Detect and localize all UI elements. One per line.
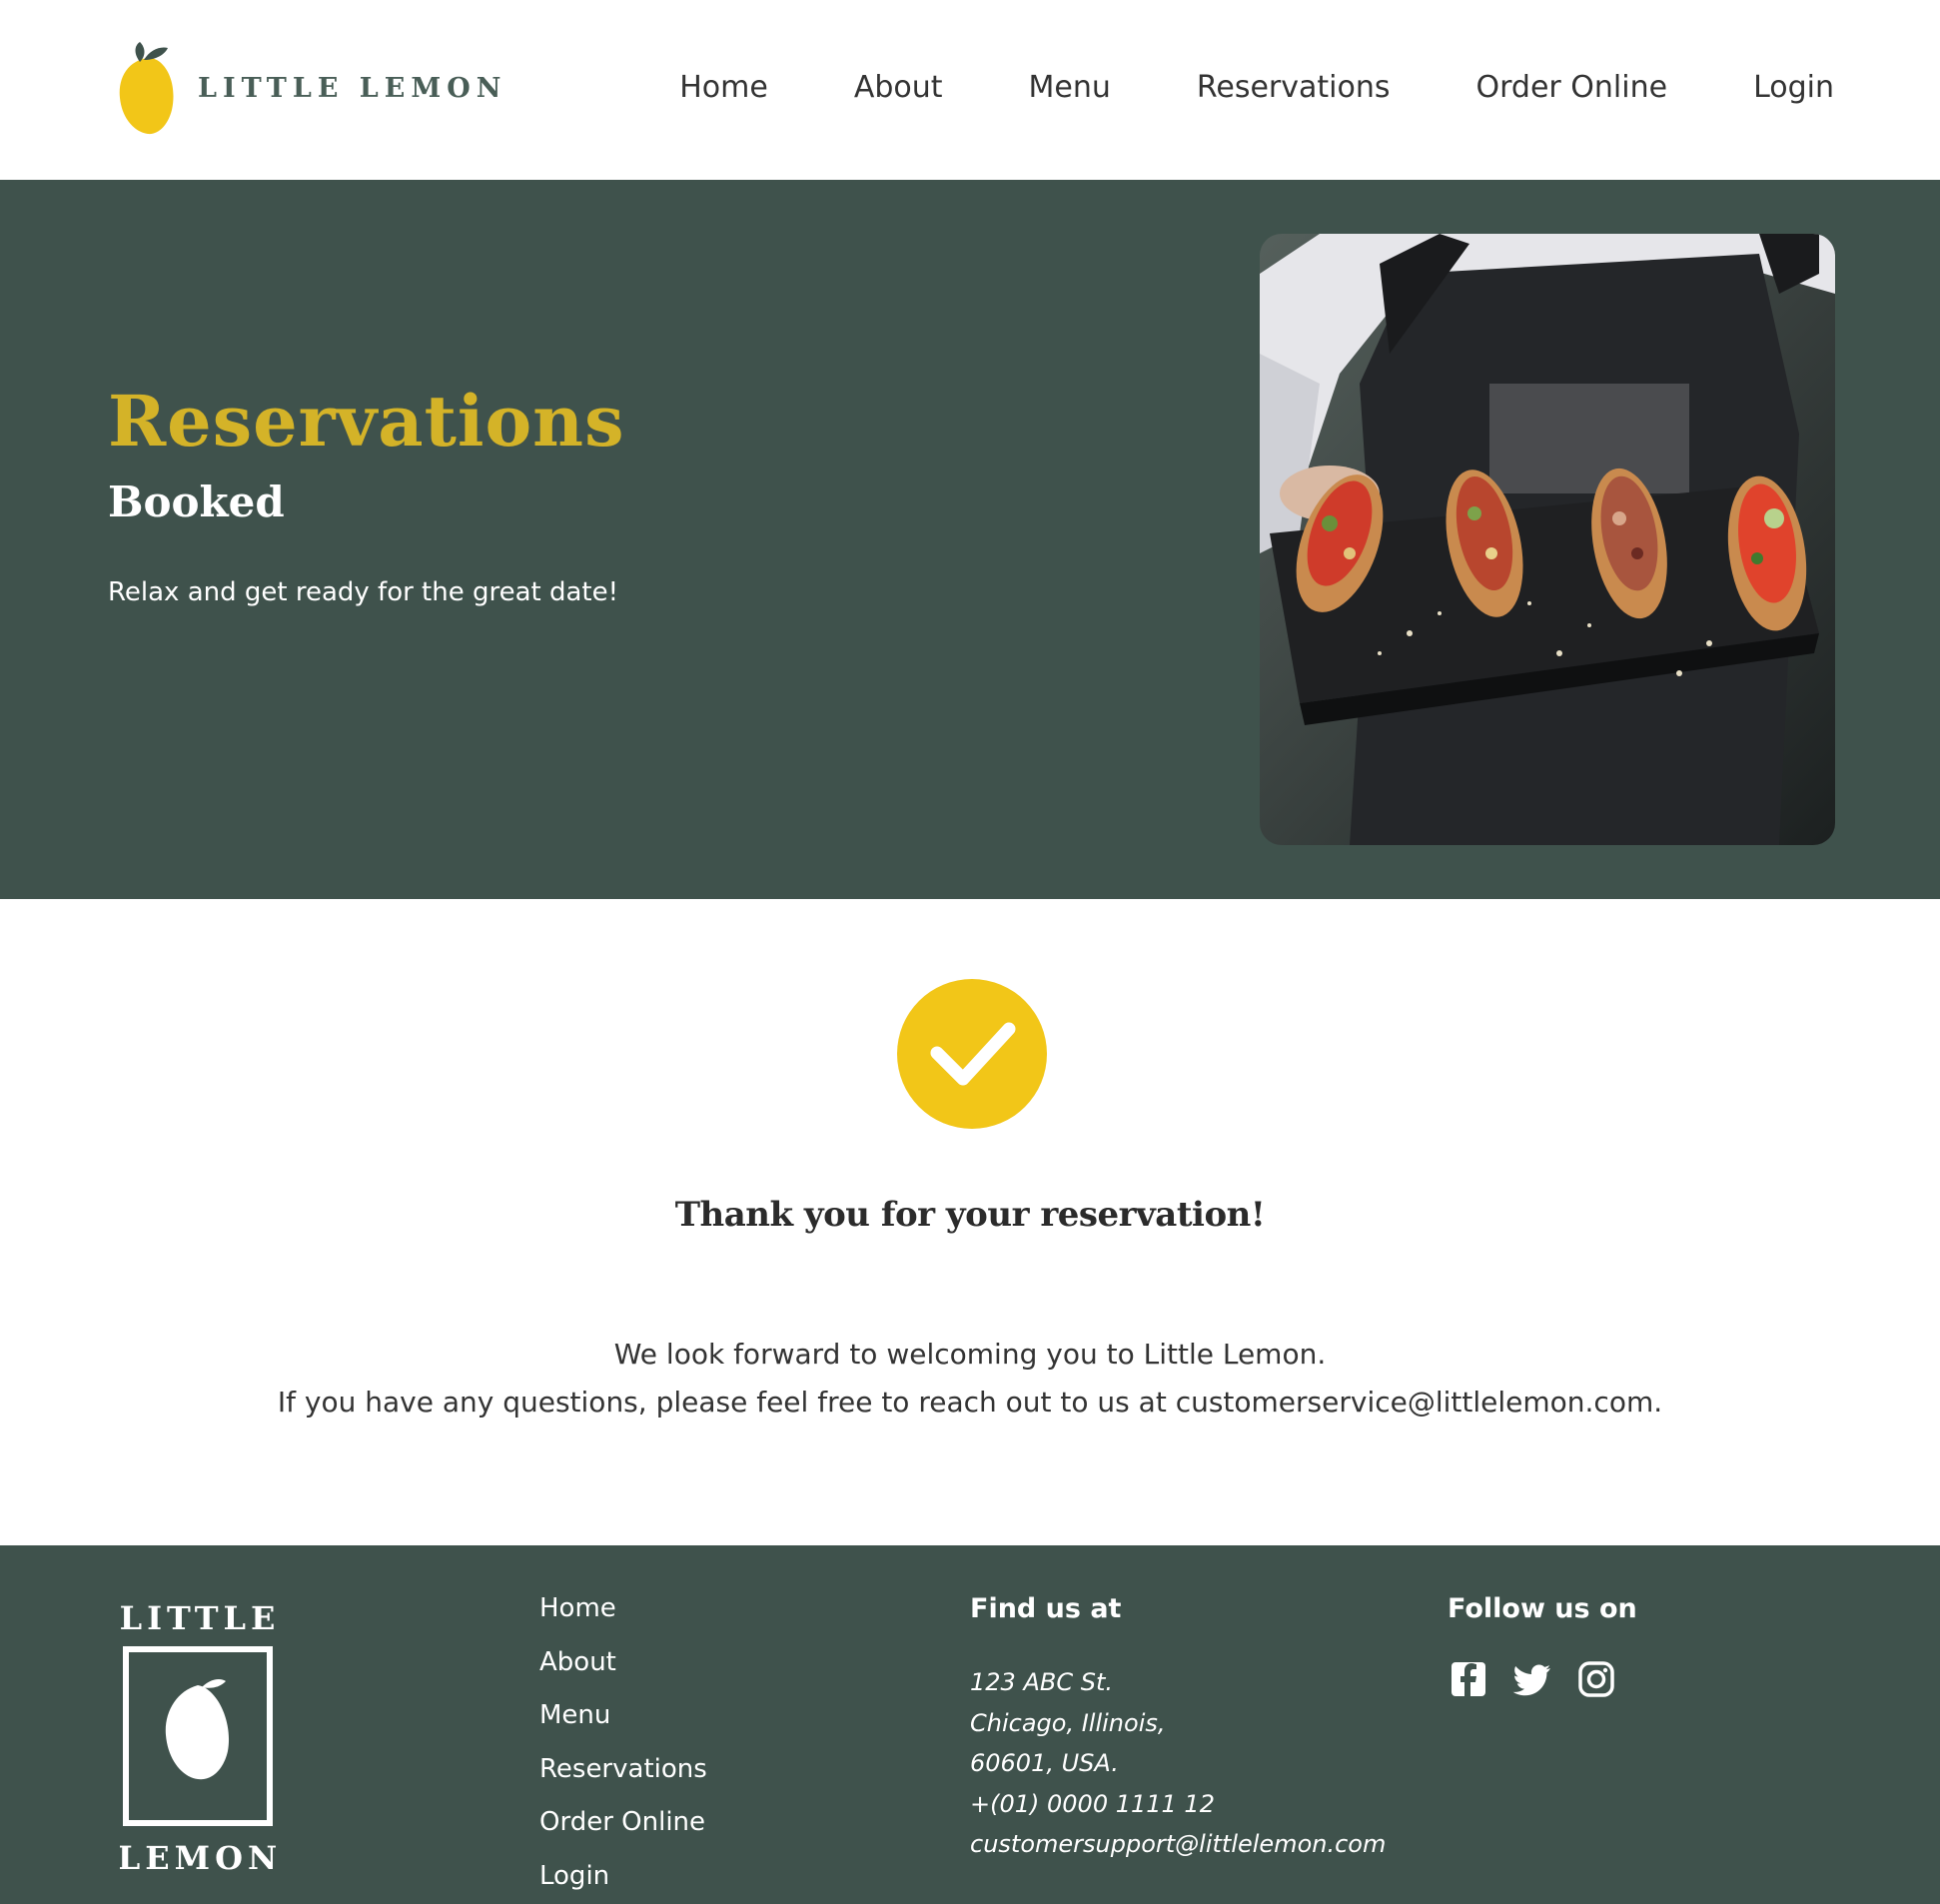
nav-reservations[interactable]: Reservations [1197, 70, 1391, 105]
hero-subtitle: Booked [108, 477, 285, 526]
hero-banner: Reservations Booked Relax and get ready … [0, 180, 1940, 899]
hero-title: Reservations [108, 380, 625, 463]
site-header: LITTLE LEMON Home About Menu Reservation… [0, 0, 1940, 180]
nav-menu[interactable]: Menu [1029, 70, 1111, 105]
nav-about[interactable]: About [854, 70, 943, 105]
food-photo-illustration [1260, 234, 1835, 845]
social-links [1449, 1659, 1640, 1699]
top-nav: Home About Menu Reservations Order Onlin… [593, 70, 1834, 105]
address-block: 123 ABC St. Chicago, Illinois, 60601, US… [970, 1662, 1386, 1865]
footer-nav-about[interactable]: About [539, 1647, 707, 1701]
confirmation-message: We look forward to welcoming you to Litt… [613, 1338, 1327, 1371]
nav-order-online[interactable]: Order Online [1476, 70, 1668, 105]
nav-home[interactable]: Home [679, 70, 768, 105]
brand-name: LITTLE LEMON [198, 72, 507, 104]
address-city: Chicago, Illinois, [970, 1708, 1166, 1737]
check-circle-icon [897, 979, 1047, 1129]
lemon-logo-icon [119, 42, 174, 135]
footer-nav-login[interactable]: Login [539, 1861, 707, 1904]
footer-nav: Home About Menu Reservations Order Onlin… [539, 1593, 707, 1904]
footer-nav-reservations[interactable]: Reservations [539, 1754, 707, 1808]
footer-logo-bottom-text: LEMON [120, 1839, 280, 1877]
footer-nav-order-online[interactable]: Order Online [539, 1807, 707, 1861]
footer-nav-menu[interactable]: Menu [539, 1700, 707, 1754]
facebook-icon[interactable] [1449, 1659, 1488, 1699]
hero-food-image [1260, 234, 1835, 845]
confirmation-contact-message: If you have any questions, please feel f… [277, 1386, 1663, 1419]
twitter-icon[interactable] [1512, 1659, 1552, 1699]
hero-text: Relax and get ready for the great date! [108, 577, 619, 607]
follow-us-title: Follow us on [1448, 1593, 1637, 1624]
email-link[interactable]: customersupport@littlelemon.com [970, 1824, 1386, 1865]
footer-logo[interactable]: LITTLE LEMON [118, 1595, 280, 1885]
find-us-title: Find us at [970, 1593, 1122, 1624]
confirmation-title: Thank you for your reservation! [674, 1195, 1266, 1235]
footer-logo-top-text: LITTLE [120, 1599, 280, 1637]
footer-nav-home[interactable]: Home [539, 1593, 707, 1647]
phone-link[interactable]: +(01) 0000 1111 12 [970, 1784, 1386, 1825]
instagram-icon[interactable] [1576, 1659, 1616, 1699]
site-footer: LITTLE LEMON Home About Menu Reservation… [0, 1545, 1940, 1904]
address-zip: 60601, USA. [970, 1749, 1119, 1777]
address-street: 123 ABC St. [970, 1668, 1113, 1696]
nav-login[interactable]: Login [1753, 70, 1834, 105]
brand-logo[interactable]: LITTLE LEMON [118, 40, 506, 136]
